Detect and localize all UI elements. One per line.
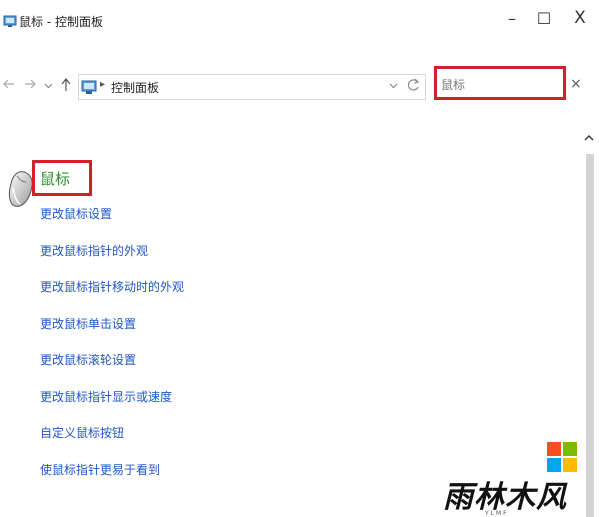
flag-square-green [563, 442, 577, 456]
arrow-right-icon [25, 79, 36, 89]
task-link[interactable]: 更改鼠标指针移动时的外观 [40, 277, 184, 314]
task-link[interactable]: 更改鼠标滚轮设置 [40, 350, 184, 387]
address-bar[interactable]: ▸ 控制面板 [78, 74, 426, 100]
arrow-up-icon [61, 78, 71, 91]
maximize-icon: ☐ [536, 8, 552, 28]
task-link[interactable]: 更改鼠标单击设置 [40, 314, 184, 351]
task-link[interactable]: 更改鼠标指针显示或速度 [40, 387, 184, 424]
navigation-bar: ▸ 控制面板 × [0, 48, 599, 128]
flag-square-red [547, 442, 561, 456]
chevron-up-icon [584, 135, 594, 141]
watermark-subtext: YLMF [485, 510, 509, 517]
recent-locations-button[interactable] [44, 80, 53, 96]
result-heading-mouse[interactable]: 鼠标 [40, 168, 70, 189]
refresh-button[interactable] [407, 78, 420, 96]
title-bar[interactable]: 鼠标 - 控制面板 – ☐ X [0, 0, 599, 48]
task-link[interactable]: 使鼠标指针更易于看到 [40, 460, 184, 497]
flag-square-yellow [563, 458, 577, 472]
breadcrumb-control-panel[interactable]: 控制面板 [111, 79, 159, 96]
minimize-icon: – [508, 8, 516, 28]
clear-search-button[interactable]: × [570, 76, 582, 92]
task-list: 更改鼠标设置 更改鼠标指针的外观 更改鼠标指针移动时的外观 更改鼠标单击设置 更… [40, 204, 184, 496]
refresh-icon [407, 78, 420, 91]
watermark-logo: 雨林木风 YLMF [443, 440, 599, 517]
control-panel-window: 鼠标 - 控制面板 – ☐ X ▸ 控制面板 鼠标 × 鼠标 更改鼠标设置 更改… [0, 0, 599, 517]
chevron-down-icon [389, 83, 398, 89]
task-link[interactable]: 更改鼠标设置 [40, 204, 184, 241]
maximize-button[interactable]: ☐ [524, 0, 564, 36]
flag-square-blue [547, 458, 561, 472]
window-title: 鼠标 - 控制面板 [19, 15, 103, 29]
up-button[interactable] [60, 78, 72, 96]
scroll-up-button[interactable] [584, 134, 594, 145]
control-panel-icon [81, 80, 97, 94]
chevron-down-icon [44, 83, 53, 89]
task-link[interactable]: 更改鼠标指针的外观 [40, 241, 184, 278]
task-link[interactable]: 自定义鼠标按钮 [40, 423, 184, 460]
control-panel-icon [3, 15, 17, 27]
back-button[interactable] [3, 78, 15, 94]
breadcrumb-separator[interactable]: ▸ [100, 79, 105, 90]
result-heading-highlight: 鼠标 [32, 160, 92, 196]
search-input[interactable] [441, 75, 559, 93]
windows-flag-icon [547, 442, 577, 472]
arrow-left-icon [3, 79, 14, 89]
forward-button[interactable] [24, 78, 36, 94]
search-box[interactable] [434, 66, 566, 100]
address-dropdown-button[interactable] [389, 81, 398, 93]
close-button[interactable]: X [560, 0, 599, 36]
close-icon: X [574, 8, 586, 28]
